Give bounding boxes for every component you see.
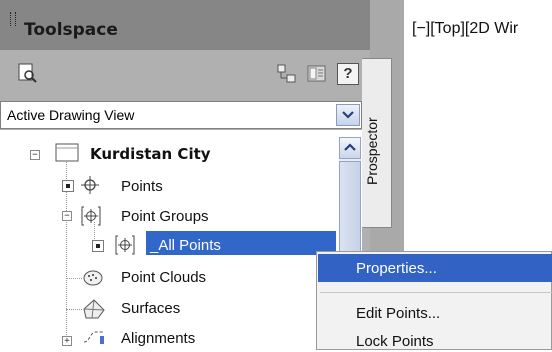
list-view-icon[interactable] (306, 63, 328, 85)
tree-root-label[interactable]: Kurdistan City (90, 145, 211, 163)
toolspace-title: Toolspace (24, 20, 118, 40)
alignments-icon (82, 328, 106, 348)
point-group-icon (114, 234, 136, 256)
zoom-preview-icon[interactable] (17, 62, 39, 84)
tree-line (66, 278, 82, 279)
menu-item-lock-points[interactable]: Lock Points (356, 333, 434, 350)
tree-item-points[interactable]: Points (121, 178, 163, 195)
item-view-icon[interactable] (276, 63, 298, 85)
chevron-down-icon (342, 111, 354, 119)
point-clouds-icon (82, 268, 104, 288)
expand-toggle[interactable]: + (62, 336, 72, 346)
scroll-up-button[interactable] (339, 137, 361, 159)
dropdown-arrow-button[interactable] (336, 104, 360, 126)
drawing-icon (55, 142, 81, 164)
tree-item-all-points[interactable]: _All Points (150, 237, 221, 254)
points-icon (80, 175, 100, 195)
menu-item-edit-points[interactable]: Edit Points... (356, 305, 440, 322)
tree-item-point-clouds[interactable]: Point Clouds (121, 269, 206, 286)
viewport-controls-label[interactable]: [−][Top][2D Wir (412, 20, 518, 38)
view-dropdown-value: Active Drawing View (7, 107, 135, 123)
menu-separator (320, 292, 552, 293)
tree-item-point-groups[interactable]: Point Groups (121, 208, 209, 225)
tree-node-marker[interactable] (92, 240, 104, 252)
menu-item-properties[interactable]: Properties... (356, 260, 437, 277)
tree-item-surfaces[interactable]: Surfaces (121, 300, 180, 317)
collapse-toggle[interactable]: − (30, 150, 40, 160)
tree-line (66, 309, 82, 310)
drag-grip-icon[interactable] (10, 12, 16, 26)
tab-prospector-label: Prospector (364, 117, 380, 185)
help-button[interactable]: ? (337, 63, 359, 85)
surfaces-icon (82, 298, 106, 320)
view-dropdown[interactable]: Active Drawing View (0, 101, 362, 129)
collapse-toggle[interactable]: − (62, 211, 72, 221)
tree-item-alignments[interactable]: Alignments (121, 330, 195, 347)
tree-node-marker[interactable] (62, 180, 74, 192)
point-groups-icon (80, 205, 102, 227)
chevron-up-icon (344, 143, 356, 151)
